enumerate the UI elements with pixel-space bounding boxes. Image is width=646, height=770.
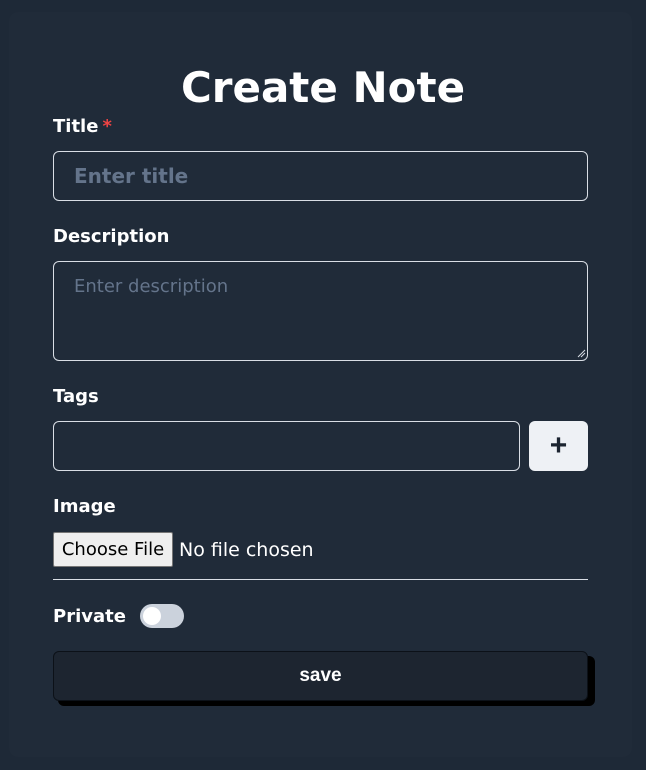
plus-icon: + xyxy=(549,429,568,462)
save-button[interactable]: save xyxy=(53,651,588,701)
choose-file-button[interactable]: Choose File xyxy=(53,532,173,567)
private-label: Private xyxy=(53,606,126,627)
toggle-knob xyxy=(143,607,161,625)
title-input[interactable] xyxy=(53,151,588,201)
file-status-text: No file chosen xyxy=(179,539,314,561)
page-title: Create Note xyxy=(180,63,466,112)
tags-input[interactable] xyxy=(53,421,520,471)
tags-label: Tags xyxy=(53,386,99,407)
title-label-text: Title xyxy=(53,116,99,137)
description-textarea[interactable] xyxy=(53,261,588,361)
required-marker: * xyxy=(102,116,112,137)
resize-grip-icon[interactable] xyxy=(576,348,586,358)
title-label: Title * xyxy=(53,116,112,138)
divider xyxy=(53,579,588,580)
add-tag-button[interactable]: + xyxy=(529,421,588,471)
private-toggle[interactable] xyxy=(140,604,184,628)
description-label: Description xyxy=(53,226,170,247)
image-label: Image xyxy=(53,496,116,517)
